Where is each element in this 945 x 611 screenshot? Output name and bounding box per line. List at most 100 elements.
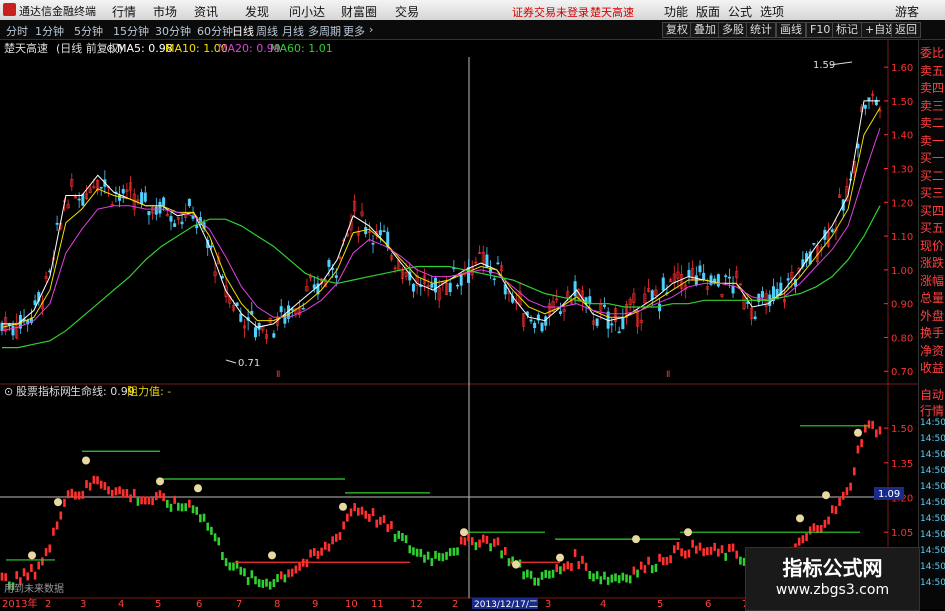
indicator-bar: [430, 558, 434, 567]
signal-coin-icon: [684, 528, 692, 537]
candle-body: [775, 288, 779, 300]
menu-item-ask[interactable]: 问小达: [289, 3, 325, 20]
sidebar-item[interactable]: 卖三: [920, 97, 945, 114]
candle-body: [305, 286, 309, 292]
candle-body: [720, 293, 724, 297]
candle-body: [235, 302, 239, 307]
tab-period-timeshare[interactable]: 分时: [6, 23, 28, 39]
tab-period-5min[interactable]: 5分钟: [74, 23, 103, 39]
menu-item-formula[interactable]: 公式: [728, 3, 752, 20]
sidebar-item[interactable]: 卖四: [920, 79, 945, 96]
indicator-levels: [6, 425, 870, 569]
indicator-bar: [309, 549, 312, 558]
candle-body: [636, 310, 640, 327]
back-button[interactable]: 返回: [891, 22, 921, 38]
indicator-bar: [713, 542, 716, 551]
sidebar-item[interactable]: 净资: [920, 342, 945, 359]
indicator-bar: [166, 499, 169, 508]
adjust-button[interactable]: 复权: [662, 22, 692, 38]
guest-label[interactable]: 游客: [895, 3, 919, 20]
app-title: 通达信金融终端: [19, 5, 96, 18]
tab-period-weekly[interactable]: 周线: [256, 23, 278, 39]
draw-line-button[interactable]: 画线: [776, 22, 806, 38]
indicator-bar: [283, 574, 287, 583]
indicator-bar: [797, 537, 801, 546]
candle-body: [15, 322, 19, 339]
candle-body: [812, 243, 816, 245]
tab-period-monthly[interactable]: 月线: [282, 23, 304, 39]
menu-item-layout[interactable]: 版面: [696, 3, 720, 20]
tab-period-30min[interactable]: 30分钟: [155, 23, 191, 39]
sidebar-item[interactable]: 总量: [920, 289, 945, 306]
menu-item-discover[interactable]: 发现: [245, 3, 269, 20]
indicator-bar: [397, 530, 401, 539]
menu-item-trade[interactable]: 交易: [395, 3, 419, 20]
menu-item-options[interactable]: 选项: [760, 3, 784, 20]
overlay-button[interactable]: 叠加: [690, 22, 720, 38]
sidebar-item[interactable]: 买二: [920, 167, 945, 184]
sidebar-item[interactable]: 买四: [920, 202, 945, 219]
sidebar-item[interactable]: 买一: [920, 149, 945, 166]
statistics-button[interactable]: 统计: [746, 22, 776, 38]
indicator-bar: [63, 498, 66, 507]
future-data-note: 用到未来数据: [4, 582, 64, 595]
sidebar-item[interactable]: 买五: [920, 219, 945, 236]
ma-line-MA10: [1, 107, 881, 328]
f10-button[interactable]: F10: [806, 22, 835, 38]
indicator-bar: [467, 533, 470, 542]
candle-body: [217, 256, 221, 265]
indicator-bar: [706, 547, 709, 556]
candle-body: [209, 245, 213, 248]
menu-item-quotes[interactable]: 行情: [112, 3, 136, 20]
candle-body: [206, 239, 210, 248]
sidebar-item[interactable]: 涨跌: [920, 254, 945, 271]
sidebar-item[interactable]: 换手: [920, 324, 945, 341]
sidebar-item[interactable]: 卖五: [920, 62, 945, 79]
chevron-right-icon[interactable]: ›: [369, 23, 373, 36]
candle-body: [437, 287, 441, 301]
mark-button[interactable]: 标记: [832, 22, 862, 38]
sidebar-item[interactable]: 涨幅: [920, 272, 945, 289]
tab-period-1min[interactable]: 1分钟: [35, 23, 64, 39]
sidebar-item[interactable]: 现价: [920, 237, 945, 254]
high-price-label: 1.59: [813, 60, 835, 71]
indicator-bar: [33, 571, 37, 580]
indicator-bar: [191, 505, 195, 514]
x-tick-label: 4: [118, 599, 124, 609]
x-tick-label: 10: [345, 599, 358, 609]
tab-period-daily[interactable]: 日线: [232, 23, 254, 39]
sidebar-item[interactable]: 自动: [920, 386, 945, 403]
sidebar-item[interactable]: 买三: [920, 184, 945, 201]
settings-icon[interactable]: ⊙: [106, 42, 115, 55]
sidebar-item[interactable]: 卖二: [920, 114, 945, 131]
multi-stock-button[interactable]: 多股: [718, 22, 748, 38]
tab-period-multi[interactable]: 多周期: [308, 23, 341, 39]
menu-item-market[interactable]: 市场: [153, 3, 177, 20]
lower-settings-icon[interactable]: ⊙: [4, 385, 13, 398]
indicator-bar: [140, 496, 143, 505]
indicator-bar: [331, 536, 334, 545]
tab-period-60min[interactable]: 60分钟: [197, 23, 233, 39]
indicator-bar: [357, 507, 360, 516]
menu-item-news[interactable]: 资讯: [194, 3, 218, 20]
sidebar-item[interactable]: 外盘: [920, 307, 945, 324]
menu-item-wealth[interactable]: 财富圈: [341, 3, 377, 20]
tab-period-more[interactable]: 更多: [343, 23, 365, 39]
x-tick-label: 6: [705, 599, 711, 609]
indicator-bar: [243, 568, 246, 577]
sidebar-item[interactable]: 委比: [920, 44, 945, 61]
sidebar-item[interactable]: 卖一: [920, 132, 945, 149]
menu-item-function[interactable]: 功能: [664, 3, 688, 20]
indicator-bar: [272, 579, 276, 588]
sidebar-item[interactable]: 行情: [920, 402, 945, 419]
indicator-bar: [735, 550, 739, 559]
kline-chart[interactable]: 楚天高速 (日线 前复权) ⊙ MA5: 0.98 MA10: 1.00 MA2…: [0, 0, 945, 609]
ma10-label: MA10: 1.00: [165, 42, 228, 55]
tab-period-15min[interactable]: 15分钟: [113, 23, 149, 39]
login-notice[interactable]: 证券交易未登录: [512, 4, 589, 20]
sidebar-item[interactable]: 收益: [920, 359, 945, 376]
sidebar-item: 14:50: [920, 546, 945, 556]
indicator-bar: [59, 511, 63, 520]
candle-body: [309, 275, 313, 279]
candle-body: [805, 253, 809, 262]
